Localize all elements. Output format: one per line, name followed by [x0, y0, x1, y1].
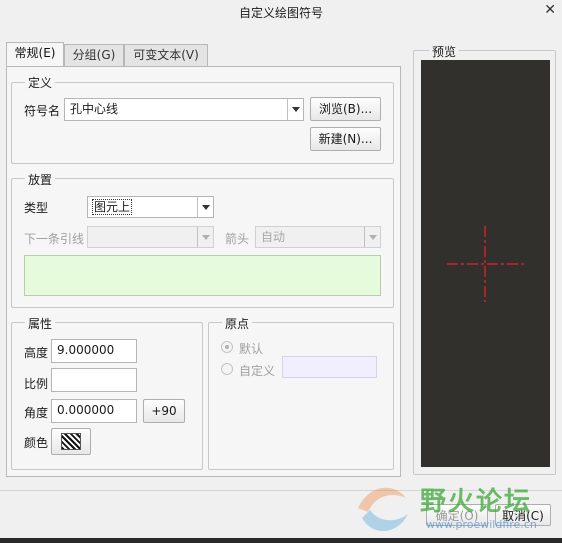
origin-default-label: 默认	[239, 342, 264, 356]
color-label: 颜色	[24, 436, 49, 450]
title-bar: 自定义绘图符号 ✕	[0, 0, 562, 24]
tab-grouping[interactable]: 分组(G)	[64, 44, 124, 67]
chevron-down-icon[interactable]	[287, 99, 303, 120]
arrow-select[interactable]: 自动	[255, 226, 381, 248]
crosshair-icon	[447, 226, 525, 302]
origin-legend: 原点	[222, 315, 253, 332]
origin-custom-label: 自定义	[239, 364, 276, 378]
chevron-down-icon[interactable]	[197, 227, 213, 247]
window-title: 自定义绘图符号	[238, 6, 323, 20]
next-leader-select[interactable]	[87, 226, 214, 248]
origin-custom-field[interactable]	[282, 356, 377, 378]
bottom-strip	[0, 538, 562, 543]
origin-group	[208, 322, 394, 470]
new-button[interactable]: 新建(N)...	[310, 127, 381, 151]
preview-canvas	[421, 60, 550, 467]
color-swatch-icon	[61, 433, 81, 450]
reference-selection-area[interactable]	[24, 255, 381, 296]
symbol-name-value: 孔中心线	[70, 102, 119, 116]
rotate-90-button[interactable]: +90	[143, 399, 185, 423]
browse-button[interactable]: 浏览(B)...	[310, 97, 381, 121]
next-leader-label: 下一条引线	[24, 232, 85, 246]
chevron-down-icon[interactable]	[364, 227, 380, 247]
scale-field[interactable]	[51, 368, 137, 392]
angle-field[interactable]: 0.000000	[51, 399, 137, 423]
arrow-value: 自动	[261, 230, 286, 244]
properties-legend: 属性	[25, 315, 56, 332]
origin-default-radio[interactable]	[221, 341, 233, 353]
type-select[interactable]: 图元上	[87, 196, 214, 218]
watermark-text: 野火论坛	[420, 487, 533, 517]
forum-logo-icon	[350, 478, 414, 538]
angle-label: 角度	[24, 406, 49, 420]
scale-label: 比例	[24, 377, 49, 391]
symbol-name-select[interactable]: 孔中心线	[64, 98, 304, 121]
height-label: 高度	[24, 346, 49, 360]
type-label: 类型	[24, 201, 49, 215]
tab-variable-text[interactable]: 可变文本(V)	[124, 44, 208, 67]
arrow-label: 箭头	[225, 232, 250, 246]
close-icon[interactable]: ✕	[544, 2, 556, 18]
preview-legend: 预览	[429, 43, 460, 60]
height-field[interactable]: 9.000000	[51, 339, 137, 363]
origin-custom-radio[interactable]	[221, 363, 233, 375]
tab-general[interactable]: 常规(E)	[6, 42, 64, 67]
symbol-name-label: 符号名	[24, 104, 61, 118]
chevron-down-icon[interactable]	[197, 197, 213, 217]
type-value: 图元上	[91, 199, 133, 215]
definition-group	[11, 82, 394, 164]
placement-legend: 放置	[25, 171, 56, 188]
color-button[interactable]	[51, 428, 91, 455]
watermark-url: www.proewildfire.cn	[426, 518, 537, 531]
definition-legend: 定义	[25, 74, 56, 91]
